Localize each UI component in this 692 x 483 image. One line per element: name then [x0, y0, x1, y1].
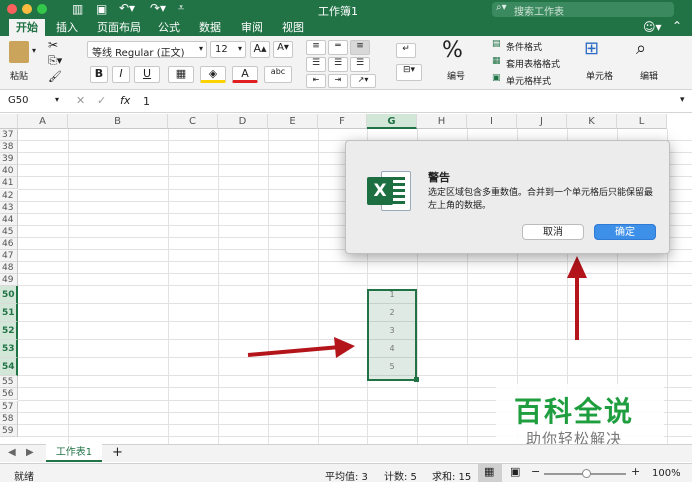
count-status: 计数: 5: [384, 472, 417, 483]
watermark-title: 百科全说: [514, 395, 635, 428]
zoom-level: 100%: [652, 468, 681, 479]
plus-zoom-button[interactable]: +: [631, 465, 640, 478]
status-bar: 就绪 平均值: 3 计数: 5 求和: 15 ▦ ▣ − + 100%: [0, 463, 692, 483]
cell-g51[interactable]: 2: [367, 304, 417, 322]
zoom-slider-thumb[interactable]: [582, 469, 591, 478]
ok-button[interactable]: 确定: [594, 224, 656, 240]
watermark: 百科全说 助你轻松解决: [496, 384, 664, 448]
ready-status: 就绪: [14, 472, 34, 483]
previous-sheet-icon[interactable]: ◀: [8, 447, 16, 458]
minus-zoom-button[interactable]: −: [531, 465, 540, 478]
cell-g54[interactable]: 5: [367, 358, 417, 376]
arrow-to-dialog: [567, 256, 587, 340]
add-sheet-button[interactable]: +: [112, 445, 123, 460]
cell-g53[interactable]: 4: [367, 340, 417, 358]
excel-app-icon: X: [365, 167, 413, 215]
sum-status: 求和: 15: [432, 472, 472, 483]
cell-g52[interactable]: 3: [367, 322, 417, 340]
next-sheet-icon[interactable]: ▶: [26, 447, 34, 458]
cancel-button[interactable]: 取消: [522, 224, 584, 240]
sheet-tab-1[interactable]: 工作表1: [46, 444, 102, 462]
sheet-tab-bar: ◀ ▶ 工作表1 +: [0, 444, 692, 462]
average-status: 平均值: 3: [325, 472, 368, 483]
normal-view-icon[interactable]: ▦: [478, 464, 502, 482]
warning-dialog: X 警告 选定区域包含多重数值。合并到一个单元格后只能保留最左上角的数据。 取消…: [345, 140, 670, 254]
page-layout-view-icon[interactable]: ▣: [510, 465, 520, 478]
dialog-message: 选定区域包含多重数值。合并到一个单元格后只能保留最左上角的数据。: [428, 188, 654, 211]
arrow-to-selection: [247, 337, 355, 358]
cell-g50[interactable]: 1: [367, 286, 417, 304]
dialog-title: 警告: [428, 171, 450, 184]
